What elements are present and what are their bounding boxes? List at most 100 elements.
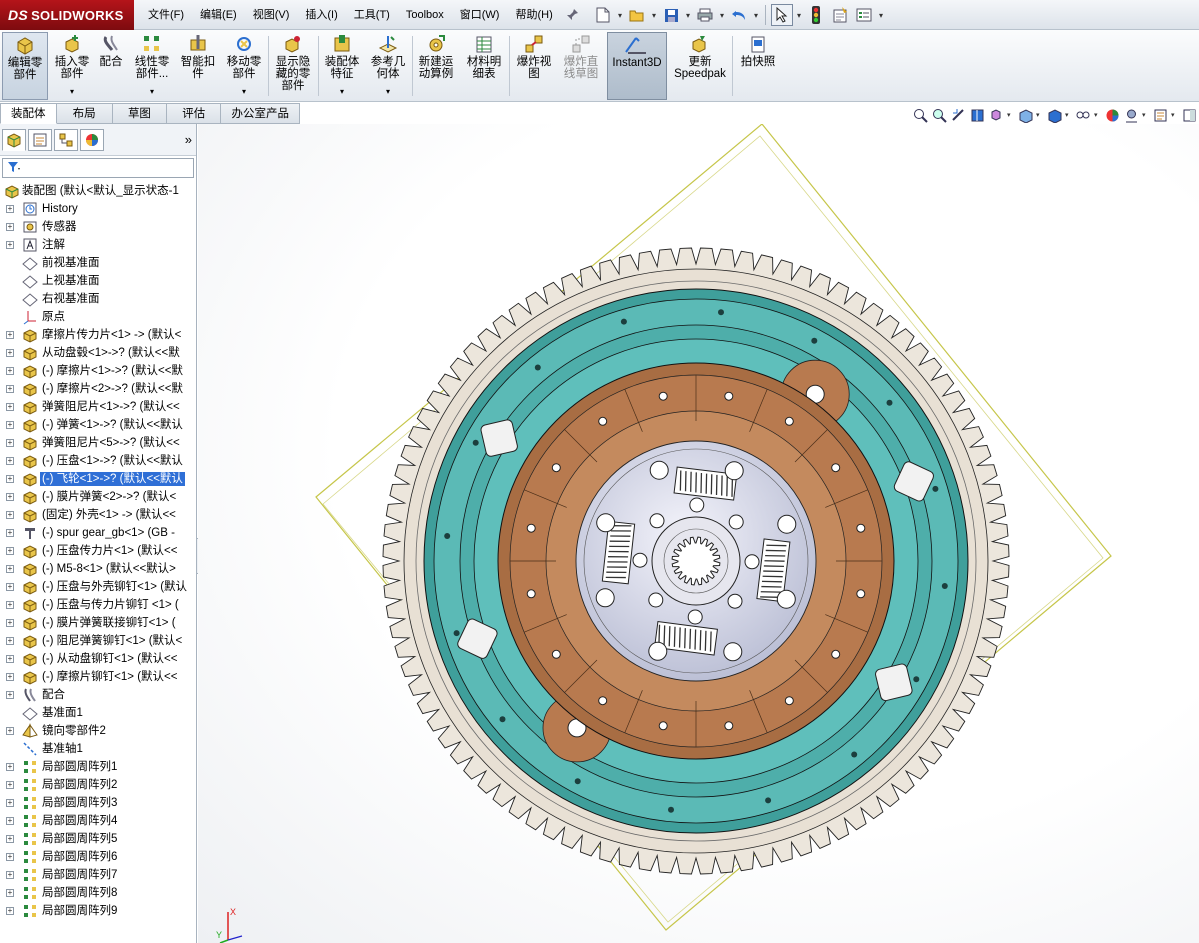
new-motion-study-button[interactable]: 新建运 动算例	[414, 32, 458, 100]
tree-item[interactable]: + (-) 飞轮<1>->? (默认<<默认	[0, 470, 196, 488]
expand-toggle-icon[interactable]: +	[6, 421, 14, 429]
view-orientation-icon[interactable]	[1017, 107, 1033, 123]
instant3d-button[interactable]: Instant3D	[607, 32, 667, 100]
tree-item[interactable]: + (-) 膜片弹簧联接铆钉<1> (	[0, 614, 196, 632]
expand-toggle-icon[interactable]: +	[6, 511, 14, 519]
tree-item[interactable]: + (固定) 外壳<1> -> (默认<<	[0, 506, 196, 524]
tree-item[interactable]: 基准轴1	[0, 740, 196, 758]
scene-dropdown-icon[interactable]: ▾	[1142, 111, 1149, 119]
menu-insert[interactable]: 插入(I)	[297, 0, 345, 30]
tree-item[interactable]: 前视基准面	[0, 254, 196, 272]
tree-item[interactable]: + (-) 膜片弹簧<2>->? (默认<	[0, 488, 196, 506]
tree-item[interactable]: + (-) 摩擦片<1>->? (默认<<默	[0, 362, 196, 380]
dynamic-annotation-icon[interactable]	[988, 107, 1004, 123]
tree-item[interactable]: + (-) 从动盘铆钉<1> (默认<<	[0, 650, 196, 668]
assembly-features-button[interactable]: 装配体 特征 ▾	[320, 32, 364, 100]
display-style-icon[interactable]	[1046, 107, 1062, 123]
display-pane-icon[interactable]	[1181, 107, 1197, 123]
view-settings-dropdown-icon[interactable]: ▾	[1171, 111, 1178, 119]
tree-item[interactable]: 原点	[0, 308, 196, 326]
take-snapshot-button[interactable]: 拍快照	[736, 32, 780, 100]
exploded-view-button[interactable]: 爆炸视 图	[512, 32, 556, 100]
expand-toggle-icon[interactable]: +	[6, 367, 14, 375]
expand-toggle-icon[interactable]: +	[6, 871, 14, 879]
hide-show-items-icon[interactable]	[1075, 107, 1091, 123]
menu-window[interactable]: 窗口(W)	[452, 0, 508, 30]
tree-item[interactable]: + 局部圆周阵列9	[0, 902, 196, 920]
tree-item[interactable]: + (-) 压盘与外壳铆钉<1> (默认	[0, 578, 196, 596]
move-component-dropdown-icon[interactable]: ▾	[242, 86, 246, 98]
tree-item[interactable]: + 弹簧阻尼片<1>->? (默认<<	[0, 398, 196, 416]
tree-item[interactable]: + (-) 压盘<1>->? (默认<<默认	[0, 452, 196, 470]
tree-item[interactable]: + 弹簧阻尼片<5>->? (默认<<	[0, 434, 196, 452]
move-component-button[interactable]: 移动零 部件 ▾	[222, 32, 266, 100]
tree-item[interactable]: + 局部圆周阵列7	[0, 866, 196, 884]
expand-toggle-icon[interactable]: +	[6, 763, 14, 771]
menu-file[interactable]: 文件(F)	[140, 0, 192, 30]
reference-geometry-dropdown-icon[interactable]: ▾	[386, 86, 390, 98]
tree-item[interactable]: + 镜向零部件2	[0, 722, 196, 740]
undo-icon[interactable]	[728, 4, 750, 26]
tree-item[interactable]: + 局部圆周阵列8	[0, 884, 196, 902]
tree-item[interactable]: + (-) 阻尼弹簧铆钉<1> (默认<	[0, 632, 196, 650]
tree-item[interactable]: 上视基准面	[0, 272, 196, 290]
tree-filter[interactable]	[2, 158, 194, 178]
expand-toggle-icon[interactable]: +	[6, 583, 14, 591]
clutch-assembly-model[interactable]	[198, 123, 1199, 943]
pin-icon[interactable]	[561, 4, 583, 26]
expand-toggle-icon[interactable]: +	[6, 691, 14, 699]
expand-toggle-icon[interactable]: +	[6, 457, 14, 465]
expand-toggle-icon[interactable]: +	[6, 205, 14, 213]
linear-pattern-dropdown-icon[interactable]: ▾	[150, 86, 154, 98]
expand-toggle-icon[interactable]: +	[6, 493, 14, 501]
tree-item[interactable]: + 局部圆周阵列4	[0, 812, 196, 830]
graphics-area[interactable]: X Y	[198, 123, 1199, 943]
expand-toggle-icon[interactable]: +	[6, 781, 14, 789]
tree-item[interactable]: + 从动盘毂<1>->? (默认<<默	[0, 344, 196, 362]
view-orientation-dropdown-icon[interactable]: ▾	[1007, 111, 1014, 119]
save-dropdown-icon[interactable]: ▾	[684, 11, 692, 20]
reference-geometry-button[interactable]: 参考几 何体 ▾	[366, 32, 410, 100]
hide-show-dropdown-icon[interactable]: ▾	[1065, 111, 1072, 119]
show-hidden-components-button[interactable]: 显示隐 藏的零 部件	[272, 32, 314, 100]
property-manager-tab-icon[interactable]	[28, 128, 52, 151]
expand-toggle-icon[interactable]: +	[6, 601, 14, 609]
expand-panel-icon[interactable]: »	[185, 132, 192, 147]
tab-evaluate[interactable]: 评估	[167, 103, 222, 124]
tree-item[interactable]: 右视基准面	[0, 290, 196, 308]
expand-toggle-icon[interactable]: +	[6, 349, 14, 357]
expand-toggle-icon[interactable]: +	[6, 385, 14, 393]
menu-tools[interactable]: 工具(T)	[346, 0, 398, 30]
expand-toggle-icon[interactable]: +	[6, 331, 14, 339]
tree-item[interactable]: + 局部圆周阵列2	[0, 776, 196, 794]
tree-item[interactable]: + (-) M5-8<1> (默认<<默认>	[0, 560, 196, 578]
previous-view-icon[interactable]	[950, 107, 966, 123]
tree-item[interactable]: 基准面1	[0, 704, 196, 722]
display-manager-tab-icon[interactable]	[80, 128, 104, 151]
new-document-icon[interactable]	[592, 4, 614, 26]
expand-toggle-icon[interactable]: +	[6, 817, 14, 825]
configuration-manager-tab-icon[interactable]	[54, 128, 78, 151]
tree-item[interactable]: + 局部圆周阵列6	[0, 848, 196, 866]
open-folder-icon[interactable]	[626, 4, 648, 26]
tree-item[interactable]: + History	[0, 200, 196, 218]
tree-item[interactable]: + (-) spur gear_gb<1> (GB -	[0, 524, 196, 542]
apply-scene-icon[interactable]	[1123, 107, 1139, 123]
tree-item[interactable]: + 传感器	[0, 218, 196, 236]
insert-components-button[interactable]: 插入零 部件 ▾	[52, 32, 92, 100]
edit-component-button[interactable]: 编辑零 部件	[2, 32, 48, 100]
tree-item[interactable]: + 局部圆周阵列3	[0, 794, 196, 812]
expand-toggle-icon[interactable]: +	[6, 655, 14, 663]
select-dropdown-icon[interactable]: ▾	[795, 11, 803, 20]
select-cursor-icon[interactable]	[771, 4, 793, 26]
assembly-features-dropdown-icon[interactable]: ▾	[340, 86, 344, 98]
smart-fasteners-button[interactable]: 智能扣 件	[176, 32, 220, 100]
rebuild-traffic-light-icon[interactable]	[805, 4, 827, 26]
expand-toggle-icon[interactable]: +	[6, 475, 14, 483]
tree-item[interactable]: + (-) 压盘与传力片铆钉 <1> (	[0, 596, 196, 614]
file-properties-icon[interactable]	[829, 4, 851, 26]
tab-layout[interactable]: 布局	[56, 103, 113, 124]
tree-item[interactable]: + (-) 弹簧<1>->? (默认<<默认	[0, 416, 196, 434]
update-speedpak-button[interactable]: 更新 Speedpak	[670, 32, 730, 100]
section-view-icon[interactable]	[969, 107, 985, 123]
